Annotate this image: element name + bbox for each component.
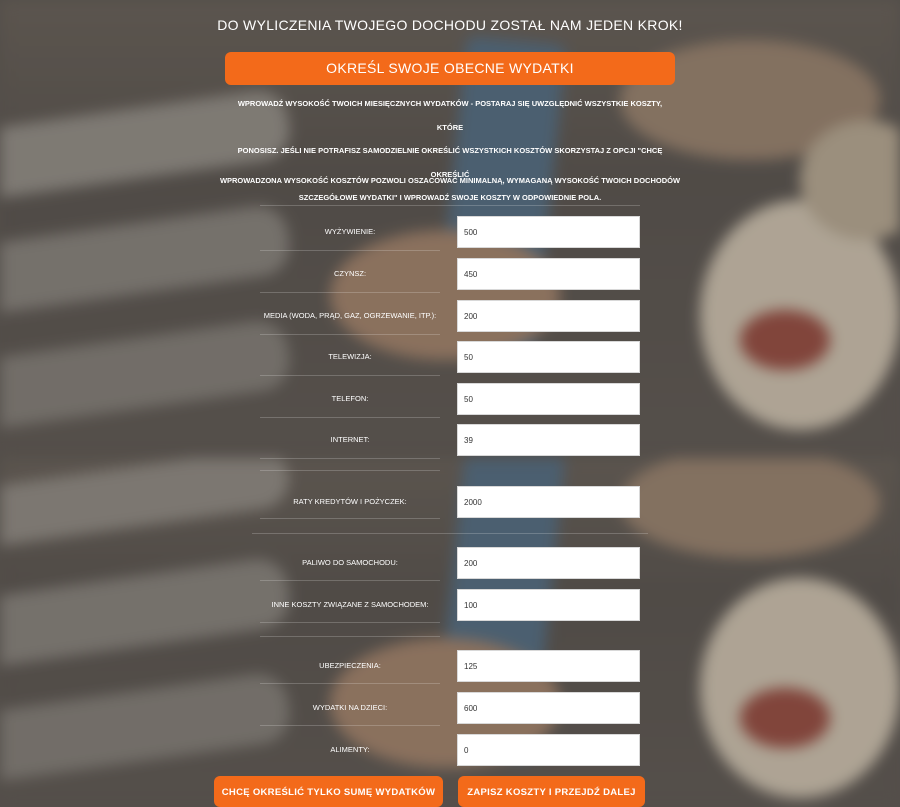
expense-row-loans: RATY KREDYTÓW I POŻYCZEK: [260,486,640,518]
divider [260,250,440,251]
divider [260,417,440,418]
expense-row-internet: INTERNET: [260,424,640,456]
divider [252,533,648,534]
expense-label: WYŻYWIENIE: [324,227,376,236]
tv-expense-input[interactable] [457,341,640,373]
estimate-note: WPROWADZONA WYSOKOŚĆ KOSZTÓW POZWOLI OSZ… [219,176,681,185]
divider [260,292,440,293]
divider [260,683,440,684]
expense-label: CZYNSZ: [333,269,367,278]
expense-label: RATY KREDYTÓW I POŻYCZEK: [293,497,407,506]
divider [260,375,440,376]
expense-label: INNE KOSZTY ZWIĄZANE Z SAMOCHODEM: [271,600,429,609]
divider [260,458,440,459]
divider [260,725,440,726]
expense-row-utilities: MEDIA (WODA, PRĄD, GAZ, OGRZEWANIE, ITP.… [260,300,640,332]
intro-line: WPROWADŹ WYSOKOŚĆ TWOICH MIESIĘCZNYCH WY… [237,99,663,132]
expenses-form: DO WYLICZENIA TWOJEGO DOCHODU ZOSTAŁ NAM… [0,0,900,807]
internet-expense-input[interactable] [457,424,640,456]
divider [260,622,440,623]
expense-row-tv: TELEWIZJA: [260,341,640,373]
page-headline: DO WYLICZENIA TWOJEGO DOCHODU ZOSTAŁ NAM… [217,17,683,33]
children-expense-input[interactable] [457,692,640,724]
sum-only-button[interactable]: CHCĘ OKREŚLIĆ TYLKO SUMĘ WYDATKÓW [214,776,443,807]
expense-row-children: WYDATKI NA DZIECI: [260,692,640,724]
divider [260,334,440,335]
loans-expense-input[interactable] [457,486,640,518]
divider [260,580,440,581]
expense-row-insurance: UBEZPIECZENIA: [260,650,640,682]
alimony-expense-input[interactable] [457,734,640,766]
expense-label: TELEWIZJA: [328,352,372,361]
expense-label: MEDIA (WODA, PRĄD, GAZ, OGRZEWANIE, ITP.… [263,311,437,320]
expense-row-rent: CZYNSZ: [260,258,640,290]
fuel-expense-input[interactable] [457,547,640,579]
expense-label: INTERNET: [330,435,370,444]
divider [260,518,440,519]
divider [260,636,440,637]
rent-expense-input[interactable] [457,258,640,290]
section-title-bar: OKREŚL SWOJE OBECNE WYDATKI [225,52,675,85]
expense-label: WYDATKI NA DZIECI: [312,703,388,712]
intro-text: WPROWADŹ WYSOKOŚĆ TWOICH MIESIĘCZNYCH WY… [225,92,675,210]
expense-row-alimony: ALIMENTY: [260,734,640,766]
divider [260,470,440,471]
car-other-expense-input[interactable] [457,589,640,621]
expense-row-car-other: INNE KOSZTY ZWIĄZANE Z SAMOCHODEM: [260,589,640,621]
food-expense-input[interactable] [457,216,640,248]
expense-row-fuel: PALIWO DO SAMOCHODU: [260,547,640,579]
divider [260,205,640,206]
save-and-continue-button[interactable]: ZAPISZ KOSZTY I PRZEJDŹ DALEJ [458,776,645,807]
expense-row-food: WYŻYWIENIE: [260,216,640,248]
expense-label: UBEZPIECZENIA: [319,661,381,670]
expense-label: ALIMENTY: [330,745,370,754]
expense-label: PALIWO DO SAMOCHODU: [302,558,398,567]
utilities-expense-input[interactable] [457,300,640,332]
phone-expense-input[interactable] [457,383,640,415]
expense-label: TELEFON: [331,394,369,403]
page: DO WYLICZENIA TWOJEGO DOCHODU ZOSTAŁ NAM… [0,0,900,807]
expense-row-phone: TELEFON: [260,383,640,415]
insurance-expense-input[interactable] [457,650,640,682]
